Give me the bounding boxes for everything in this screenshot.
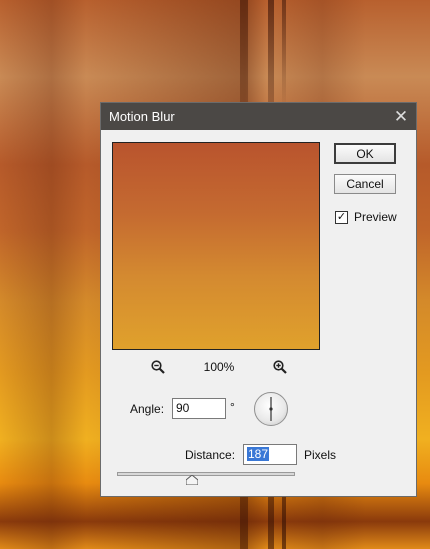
- dialog-title: Motion Blur: [109, 109, 175, 124]
- distance-label: Distance:: [185, 448, 236, 462]
- slider-thumb-icon[interactable]: [185, 475, 198, 485]
- zoom-controls: 100%: [149, 358, 289, 376]
- angle-dial[interactable]: [254, 392, 288, 426]
- angle-input[interactable]: 90: [172, 398, 226, 419]
- degree-symbol: °: [230, 400, 235, 414]
- zoom-in-icon[interactable]: [271, 358, 289, 376]
- preview-checkbox[interactable]: ✓: [335, 210, 348, 224]
- preview-image[interactable]: [112, 142, 320, 350]
- dialog-titlebar[interactable]: Motion Blur ✕: [101, 103, 416, 130]
- preview-toggle[interactable]: ✓ Preview: [335, 210, 397, 224]
- zoom-out-icon[interactable]: [149, 358, 167, 376]
- distance-value: 187: [247, 447, 270, 461]
- close-icon[interactable]: ✕: [386, 103, 416, 130]
- zoom-level: 100%: [203, 360, 235, 374]
- cancel-button[interactable]: Cancel: [334, 174, 396, 194]
- motion-blur-dialog: Motion Blur ✕ 100% OK Cancel ✓ Preview A…: [100, 102, 417, 497]
- distance-slider[interactable]: [117, 472, 295, 476]
- dial-needle-icon: [269, 397, 273, 421]
- distance-input[interactable]: 187: [243, 444, 297, 465]
- distance-unit: Pixels: [304, 448, 337, 462]
- angle-label: Angle:: [130, 402, 165, 416]
- preview-label: Preview: [354, 210, 397, 224]
- ok-button[interactable]: OK: [334, 143, 396, 164]
